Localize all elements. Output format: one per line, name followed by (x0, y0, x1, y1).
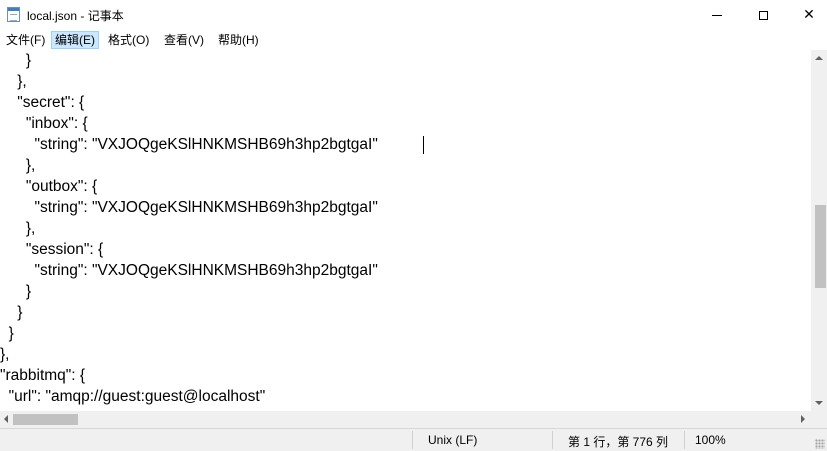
status-divider (552, 431, 553, 449)
menu-file[interactable]: 文件(F) (3, 31, 48, 49)
editor-line: }, (0, 346, 10, 363)
editor-line: } (0, 283, 32, 300)
editor-line: "string": "VXJOQgeKSlHNKMSHB69h3hp2bgtga… (0, 199, 378, 216)
minimize-button[interactable] (694, 0, 740, 30)
minimize-icon (712, 14, 722, 16)
status-bar: Unix (LF) 第 1 行，第 776 列 100% (0, 428, 827, 451)
status-zoom: 100% (695, 433, 726, 447)
status-cursor-position: 第 1 行，第 776 列 (568, 435, 669, 449)
editor-line: "outbox": { (0, 178, 98, 195)
menu-format[interactable]: 格式(O) (105, 31, 152, 49)
editor-line: }, (0, 220, 36, 237)
horizontal-scrollbar[interactable] (0, 411, 811, 428)
scroll-left-icon[interactable] (4, 415, 8, 423)
scroll-up-icon[interactable] (815, 56, 823, 60)
editor-line: } (0, 325, 14, 342)
status-divider (412, 431, 413, 449)
editor-line: "rabbitmq": { (0, 367, 86, 384)
scroll-right-icon[interactable] (801, 415, 805, 423)
title-bar[interactable]: local.json - 记事本 ✕ (0, 0, 827, 30)
status-line-ending: Unix (LF) (428, 433, 478, 447)
editor-line: "string": "VXJOQgeKSlHNKMSHB69h3hp2bgtga… (0, 136, 378, 153)
maximize-icon (758, 10, 768, 20)
editor-line: "inbox": { (0, 115, 88, 132)
vertical-scroll-thumb[interactable] (815, 205, 826, 288)
resize-grip-icon[interactable] (815, 439, 825, 449)
menu-bar: 文件(F) 编辑(E) 格式(O) 查看(V) 帮助(H) (0, 30, 827, 50)
editor-line: "session": { (0, 241, 104, 258)
editor-line: "url": "amqp://guest:guest@localhost" (0, 388, 266, 405)
scrollbar-corner (811, 411, 827, 428)
status-divider (684, 431, 685, 449)
text-editor[interactable]: } }, "secret": { "inbox": { "string": "V… (0, 50, 811, 411)
notepad-icon[interactable] (7, 7, 20, 22)
editor-line: } (0, 304, 23, 321)
editor-line: }, (0, 73, 27, 90)
maximize-button[interactable] (740, 0, 786, 30)
scroll-down-icon[interactable] (815, 401, 823, 405)
menu-view[interactable]: 查看(V) (161, 31, 207, 49)
close-button[interactable]: ✕ (786, 0, 827, 30)
window-title: local.json - 记事本 (27, 9, 124, 23)
editor-line: "secret": { (0, 94, 85, 111)
editor-line: } (0, 52, 32, 69)
text-caret (423, 136, 424, 154)
editor-line: }, (0, 157, 36, 174)
close-icon: ✕ (803, 7, 815, 23)
menu-help[interactable]: 帮助(H) (215, 31, 262, 49)
menu-edit[interactable]: 编辑(E) (51, 31, 99, 49)
editor-line: "string": "VXJOQgeKSlHNKMSHB69h3hp2bgtga… (0, 262, 378, 279)
horizontal-scroll-thumb[interactable] (13, 414, 78, 425)
